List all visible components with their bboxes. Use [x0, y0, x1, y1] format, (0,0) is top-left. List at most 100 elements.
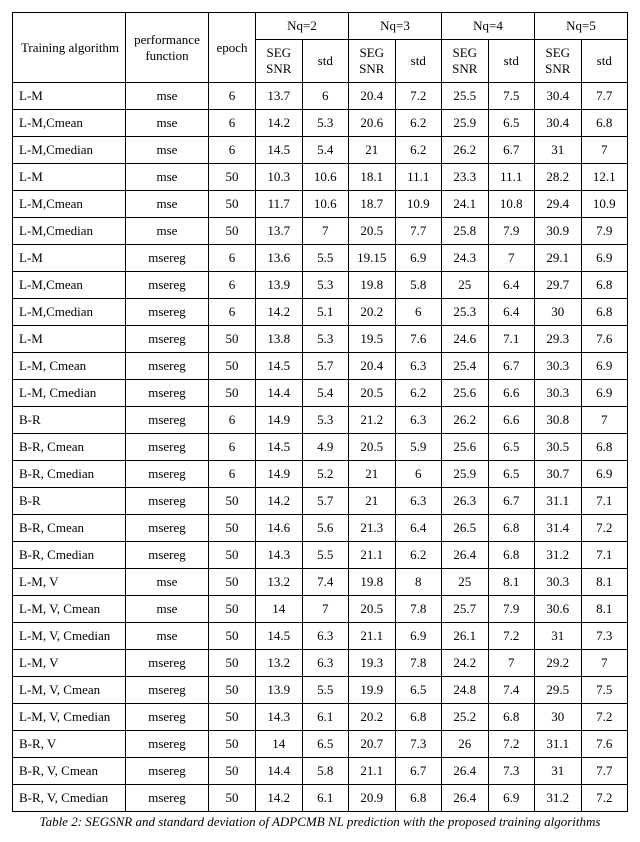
cell: msereg [126, 785, 209, 812]
cell: 7.2 [488, 623, 535, 650]
cell: B-R, Cmedian [13, 542, 126, 569]
cell: 6 [395, 299, 442, 326]
cell: msereg [126, 299, 209, 326]
cell: L-M,Cmedian [13, 299, 126, 326]
cell: 7.2 [581, 785, 628, 812]
cell: 7.2 [395, 83, 442, 110]
cell: mse [126, 137, 209, 164]
cell: 7.1 [581, 488, 628, 515]
cell: 21.1 [349, 623, 396, 650]
cell: 31.4 [535, 515, 582, 542]
cell: L-M,Cmean [13, 110, 126, 137]
cell: L-M, V, Cmedian [13, 704, 126, 731]
cell: 30.4 [535, 110, 582, 137]
cell: 6.5 [488, 461, 535, 488]
cell: 7.1 [581, 542, 628, 569]
cell: mse [126, 164, 209, 191]
cell: 6.8 [488, 515, 535, 542]
cell: 26.4 [442, 542, 489, 569]
cell: 50 [209, 488, 256, 515]
cell: 7.3 [488, 758, 535, 785]
cell: 7 [302, 218, 349, 245]
cell: 5.1 [302, 299, 349, 326]
cell: 5.4 [302, 380, 349, 407]
cell: L-M, Cmean [13, 353, 126, 380]
cell: 7.7 [395, 218, 442, 245]
cell: 6.1 [302, 785, 349, 812]
cell: 6.6 [488, 407, 535, 434]
cell: 14.3 [256, 704, 303, 731]
cell: 6.3 [395, 353, 442, 380]
cell: 31.2 [535, 785, 582, 812]
cell: mse [126, 110, 209, 137]
cell: 6.3 [302, 623, 349, 650]
cell: msereg [126, 434, 209, 461]
cell: 30 [535, 704, 582, 731]
cell: 50 [209, 164, 256, 191]
cell: msereg [126, 758, 209, 785]
cell: 6.2 [395, 542, 442, 569]
cell: 28.2 [535, 164, 582, 191]
cell: 20.5 [349, 434, 396, 461]
cell: 25.6 [442, 380, 489, 407]
cell: msereg [126, 272, 209, 299]
cell: 6 [209, 245, 256, 272]
cell: 19.8 [349, 272, 396, 299]
table-row: B-R, Cmedianmsereg5014.35.521.16.226.46.… [13, 542, 628, 569]
results-table: Training algorithm performance function … [12, 12, 628, 812]
cell: 24.6 [442, 326, 489, 353]
cell: 13.6 [256, 245, 303, 272]
cell: 6.8 [581, 434, 628, 461]
cell: 10.9 [581, 191, 628, 218]
cell: 30 [535, 299, 582, 326]
cell: 29.4 [535, 191, 582, 218]
table-row: L-M, Vmsereg5013.26.319.37.824.2729.27 [13, 650, 628, 677]
cell: 14.4 [256, 758, 303, 785]
table-row: L-M, V, Cmedianmse5014.56.321.16.926.17.… [13, 623, 628, 650]
cell: 14.5 [256, 434, 303, 461]
cell: 4.9 [302, 434, 349, 461]
cell: 25.3 [442, 299, 489, 326]
cell: B-R, Cmean [13, 434, 126, 461]
cell: 13.9 [256, 272, 303, 299]
cell: 6.9 [581, 353, 628, 380]
cell: 25.9 [442, 110, 489, 137]
cell: 50 [209, 191, 256, 218]
cell: 6.7 [395, 758, 442, 785]
cell: 14.5 [256, 623, 303, 650]
cell: 7 [581, 137, 628, 164]
cell: B-R [13, 407, 126, 434]
cell: L-M,Cmean [13, 191, 126, 218]
cell: 5.3 [302, 407, 349, 434]
cell: 7.9 [581, 218, 628, 245]
cell: 6.5 [488, 110, 535, 137]
cell: 6 [209, 434, 256, 461]
cell: 30.3 [535, 353, 582, 380]
cell: B-R, Cmean [13, 515, 126, 542]
cell: 5.7 [302, 353, 349, 380]
col-nq3: Nq=3 [349, 13, 442, 40]
cell: 25.9 [442, 461, 489, 488]
cell: 6.5 [302, 731, 349, 758]
cell: 6.2 [395, 110, 442, 137]
cell: msereg [126, 650, 209, 677]
cell: 7.2 [488, 731, 535, 758]
cell: 7.5 [488, 83, 535, 110]
col-nq2: Nq=2 [256, 13, 349, 40]
cell: 29.2 [535, 650, 582, 677]
cell: 50 [209, 785, 256, 812]
cell: 10.6 [302, 191, 349, 218]
cell: 29.3 [535, 326, 582, 353]
cell: 5.3 [302, 326, 349, 353]
cell: 6.1 [302, 704, 349, 731]
cell: B-R, V, Cmean [13, 758, 126, 785]
cell: 10.6 [302, 164, 349, 191]
cell: 50 [209, 542, 256, 569]
col-nq5: Nq=5 [535, 13, 628, 40]
cell: 30.6 [535, 596, 582, 623]
cell: 6.8 [395, 785, 442, 812]
cell: msereg [126, 542, 209, 569]
table-row: L-M,Cmedianmse5013.7720.57.725.87.930.97… [13, 218, 628, 245]
cell: 25.5 [442, 83, 489, 110]
cell: 6.6 [488, 380, 535, 407]
